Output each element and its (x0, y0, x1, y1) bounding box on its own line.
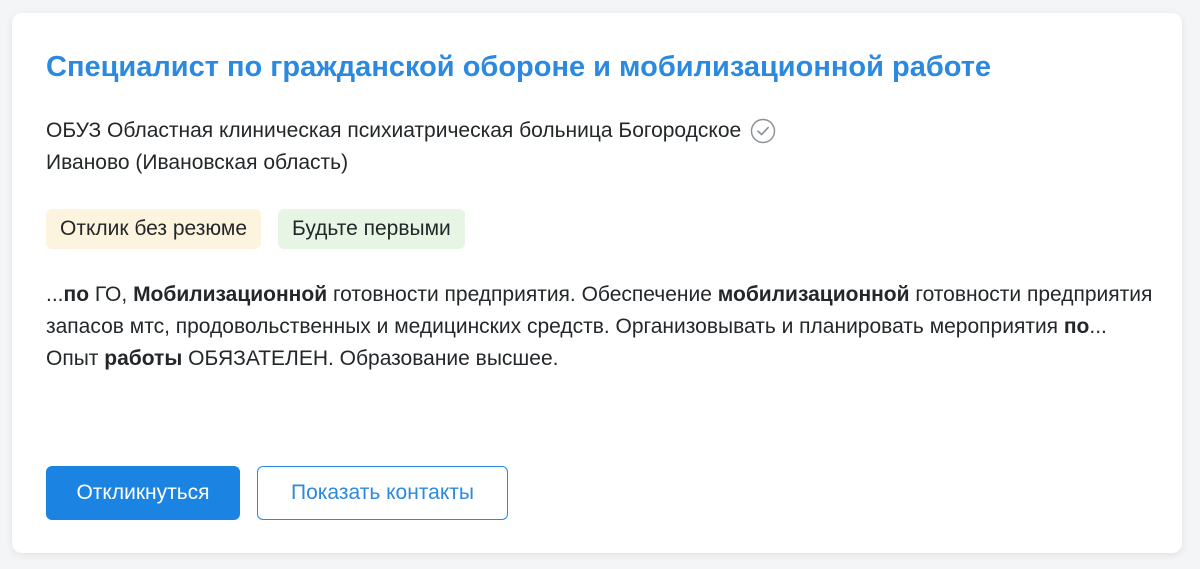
tag-no-resume: Отклик без резюме (46, 209, 262, 249)
verified-check-icon (750, 118, 776, 144)
snippet-requirement: Опыт работы ОБЯЗАТЕЛЕН. Образование высш… (46, 343, 1156, 375)
snippet-text: ... (1089, 315, 1107, 338)
vacancy-actions: Откликнуться Показать контакты (46, 466, 508, 520)
snippet-highlight: по (1063, 315, 1090, 338)
snippet-text: ГО, (89, 283, 134, 306)
tag-be-first: Будьте первыми (278, 209, 465, 249)
respond-button[interactable]: Откликнуться (46, 466, 240, 520)
snippet-text: Опыт (46, 347, 105, 370)
snippet-highlight: по (63, 283, 90, 306)
vacancy-snippet: ...по ГО, Мобилизационной готовности пре… (46, 279, 1156, 375)
company-row: ОБУЗ Областная клиническая психиатрическ… (46, 116, 776, 146)
snippet-text: ... (46, 283, 64, 306)
vacancy-title[interactable]: Специалист по гражданской обороне и моби… (46, 49, 991, 85)
company-name[interactable]: ОБУЗ Областная клиническая психиатрическ… (46, 116, 741, 146)
vacancy-card: Специалист по гражданской обороне и моби… (12, 13, 1182, 553)
vacancy-tags: Отклик без резюме Будьте первыми (46, 209, 465, 249)
snippet-text: готовности предприятия. Обеспечение (327, 283, 718, 306)
vacancy-location: Иваново (Ивановская область) (46, 151, 349, 174)
snippet-responsibility: ...по ГО, Мобилизационной готовности пре… (46, 279, 1156, 343)
snippet-highlight: мобилизационной (717, 283, 910, 306)
snippet-text: ОБЯЗАТЕЛЕН. Образование высшее. (182, 347, 559, 370)
snippet-highlight: Мобилизационной (133, 283, 328, 306)
snippet-highlight: работы (104, 347, 183, 370)
show-contacts-button[interactable]: Показать контакты (257, 466, 508, 520)
